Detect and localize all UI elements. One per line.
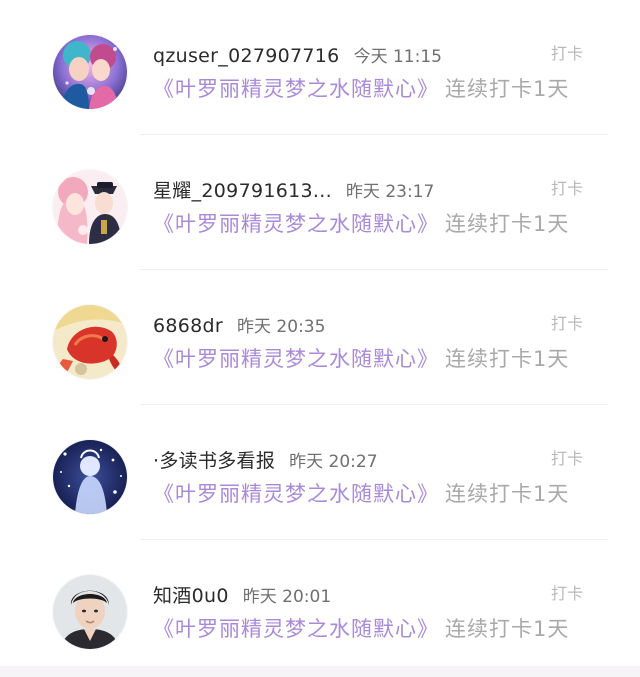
list-item[interactable]: ·多读书多看报 昨天 20:27 打卡 《叶罗丽精灵梦之水随默心》 连续打卡1天	[0, 405, 640, 540]
bottom-bar	[0, 666, 640, 677]
avatar[interactable]	[53, 440, 127, 514]
avatar[interactable]	[53, 575, 127, 649]
checkin-content: 《叶罗丽精灵梦之水随默心》 连续打卡1天	[153, 207, 569, 241]
username[interactable]: 知酒0u0	[153, 585, 229, 607]
list-item[interactable]: 星耀_209791613... 昨天 23:17 打卡 《叶罗丽精灵梦之水随默心》…	[0, 135, 640, 270]
list-item[interactable]: qzuser_027907716 今天 11:15 打卡 《叶罗丽精灵梦之水随默心…	[0, 0, 640, 135]
checkin-tag: 打卡	[550, 44, 583, 63]
portrait-avatar-icon	[53, 575, 127, 649]
post-time: 昨天 20:35	[237, 317, 326, 337]
koi-fish-avatar-icon	[53, 305, 127, 379]
anime-couple-avatar-icon	[53, 170, 127, 244]
item-header: 知酒0u0 昨天 20:01	[153, 582, 331, 610]
checkin-tag: 打卡	[550, 584, 583, 603]
checkin-content: 《叶罗丽精灵梦之水随默心》 连续打卡1天	[153, 612, 569, 646]
streak-text: 连续打卡1天	[445, 347, 570, 371]
streak-text: 连续打卡1天	[445, 482, 570, 506]
book-title-link[interactable]: 《叶罗丽精灵梦之水随默心》	[153, 617, 439, 641]
username[interactable]: qzuser_027907716	[153, 45, 340, 67]
checkin-tag: 打卡	[550, 314, 583, 333]
post-time: 昨天 20:27	[289, 452, 378, 472]
checkin-tag: 打卡	[550, 449, 583, 468]
streak-text: 连续打卡1天	[445, 212, 570, 236]
list-item[interactable]: 6868dr 昨天 20:35 打卡 《叶罗丽精灵梦之水随默心》 连续打卡1天	[0, 270, 640, 405]
checkin-content: 《叶罗丽精灵梦之水随默心》 连续打卡1天	[153, 72, 569, 106]
checkin-feed: qzuser_027907716 今天 11:15 打卡 《叶罗丽精灵梦之水随默心…	[0, 0, 640, 677]
username[interactable]: 星耀_209791613...	[153, 180, 332, 202]
post-time: 今天 11:15	[353, 47, 442, 67]
username[interactable]: ·多读书多看报	[153, 450, 275, 472]
item-header: 星耀_209791613... 昨天 23:17	[153, 177, 434, 205]
checkin-content: 《叶罗丽精灵梦之水随默心》 连续打卡1天	[153, 342, 569, 376]
book-title-link[interactable]: 《叶罗丽精灵梦之水随默心》	[153, 212, 439, 236]
avatar[interactable]	[53, 35, 127, 109]
username[interactable]: 6868dr	[153, 315, 223, 337]
ice-princess-avatar-icon	[53, 440, 127, 514]
checkin-content: 《叶罗丽精灵梦之水随默心》 连续打卡1天	[153, 477, 569, 511]
list-item[interactable]: 知酒0u0 昨天 20:01 打卡 《叶罗丽精灵梦之水随默心》 连续打卡1天	[0, 540, 640, 675]
post-time: 昨天 20:01	[242, 587, 332, 607]
streak-text: 连续打卡1天	[445, 617, 570, 641]
item-header: 6868dr 昨天 20:35	[153, 312, 325, 340]
item-header: qzuser_027907716 今天 11:15	[153, 42, 442, 70]
item-header: ·多读书多看报 昨天 20:27	[153, 447, 378, 475]
book-title-link[interactable]: 《叶罗丽精灵梦之水随默心》	[153, 347, 439, 371]
streak-text: 连续打卡1天	[445, 77, 570, 101]
book-title-link[interactable]: 《叶罗丽精灵梦之水随默心》	[153, 77, 439, 101]
checkin-tag: 打卡	[550, 179, 583, 198]
anime-couple-avatar-icon	[53, 35, 127, 109]
book-title-link[interactable]: 《叶罗丽精灵梦之水随默心》	[153, 482, 439, 506]
avatar[interactable]	[53, 305, 127, 379]
avatar[interactable]	[53, 170, 127, 244]
post-time: 昨天 23:17	[345, 182, 435, 202]
